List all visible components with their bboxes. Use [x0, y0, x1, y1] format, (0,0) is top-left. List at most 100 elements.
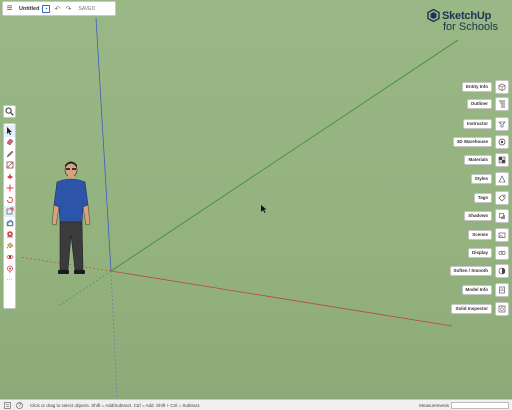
- panel-item-label[interactable]: Tags: [473, 193, 492, 203]
- panel-item-label[interactable]: Model Info: [461, 285, 492, 295]
- solid-inspector-button[interactable]: [495, 302, 509, 316]
- materials-icon: [498, 156, 506, 164]
- select-icon: [7, 126, 12, 135]
- shadows-icon: [499, 213, 505, 219]
- styles-button[interactable]: [495, 172, 509, 186]
- display-button[interactable]: [495, 246, 509, 260]
- position-camera-tool-button[interactable]: [4, 263, 15, 275]
- rotate-icon: [6, 196, 13, 203]
- panel-item-label[interactable]: Soften / Smooth: [449, 266, 492, 276]
- offset-tool-button[interactable]: [4, 217, 15, 229]
- search-button[interactable]: [3, 105, 16, 118]
- panel-item-instructor[interactable]: Instructor: [462, 117, 509, 131]
- panel-item-label[interactable]: Solid Inspector: [451, 304, 492, 314]
- shadows-button[interactable]: [495, 209, 509, 223]
- blue-axis: [95, 17, 112, 272]
- panel-item-materials[interactable]: Materials: [464, 153, 509, 167]
- model-info-button[interactable]: [495, 283, 509, 297]
- model-title[interactable]: Untitled: [19, 6, 39, 12]
- panel-item-soften[interactable]: Soften / Smooth: [449, 264, 509, 278]
- pencil-icon: [6, 150, 13, 158]
- save-icon[interactable]: ▪: [42, 4, 51, 13]
- soften-icon: [498, 267, 506, 275]
- search-icon: [5, 107, 14, 116]
- panel-item-warehouse[interactable]: 3D Warehouse: [452, 135, 509, 149]
- status-hint: Click or drag to select objects. Shift =…: [30, 402, 201, 408]
- panel-item-label[interactable]: Scenes: [468, 230, 492, 240]
- sketchup-logo-icon: [427, 9, 440, 22]
- entity-info-button[interactable]: [495, 80, 509, 94]
- svg-text:?: ?: [18, 403, 21, 409]
- redo-icon[interactable]: ↷: [64, 5, 72, 13]
- offset-icon: [6, 219, 13, 226]
- materials-button[interactable]: [495, 153, 509, 167]
- tags-icon: [498, 194, 506, 202]
- scenes-button[interactable]: [495, 228, 509, 242]
- more-icon: ···: [6, 277, 13, 284]
- panel-item-scenes[interactable]: Scenes: [468, 228, 509, 242]
- red-axis: [110, 270, 453, 327]
- move-tool-button[interactable]: [4, 183, 15, 195]
- menu-icon[interactable]: ≡: [5, 3, 14, 14]
- blue-axis-negative: [110, 270, 118, 399]
- panel-item-label[interactable]: Outliner: [466, 99, 492, 109]
- panel-item-label[interactable]: Display: [467, 248, 492, 258]
- select-tool-button[interactable]: [4, 125, 15, 137]
- pencil-tool-button[interactable]: [4, 148, 15, 160]
- scale-figure[interactable]: [50, 160, 94, 280]
- logo-brand: SketchUp: [441, 9, 492, 22]
- rectangle-tool-button[interactable]: [4, 160, 15, 172]
- outliner-icon: [499, 100, 505, 108]
- warehouse-icon: [498, 138, 506, 146]
- position-camera-icon: [6, 265, 13, 273]
- orbit-tool-button[interactable]: [4, 252, 15, 264]
- push-pull-tool-button[interactable]: [4, 171, 15, 183]
- credits-icon[interactable]: [3, 401, 12, 410]
- panel-item-entity-info[interactable]: Entity Info: [462, 80, 509, 94]
- tape-measure-icon: [6, 231, 13, 238]
- panel-item-label[interactable]: Styles: [470, 174, 492, 184]
- top-toolbar: ≡ Untitled ▪ ↶ ↷ SAVED: [2, 1, 116, 16]
- push-pull-icon: [6, 173, 13, 179]
- panel-item-label[interactable]: Shadows: [464, 211, 492, 221]
- eraser-tool-button[interactable]: [4, 137, 15, 149]
- panel-item-tags[interactable]: Tags: [473, 191, 509, 205]
- panel-item-outliner[interactable]: Outliner: [466, 97, 509, 111]
- panel-item-label[interactable]: Materials: [464, 155, 492, 165]
- measurements-input[interactable]: [451, 401, 509, 409]
- instructor-icon: [498, 121, 506, 128]
- solid-inspector-icon: [498, 305, 506, 313]
- panel-item-styles[interactable]: Styles: [470, 172, 509, 186]
- panel-item-label[interactable]: Instructor: [462, 119, 492, 129]
- outliner-button[interactable]: [495, 97, 509, 111]
- paint-bucket-tool-button[interactable]: [4, 240, 15, 252]
- logo-subtitle: for Schools: [442, 21, 498, 33]
- panel-item-label[interactable]: Entity Info: [462, 82, 492, 92]
- scale-tool-button[interactable]: [4, 205, 15, 217]
- tags-button[interactable]: [495, 191, 509, 205]
- display-icon: [498, 251, 506, 255]
- instructor-button[interactable]: [495, 117, 509, 131]
- tool-palette: ···: [3, 123, 16, 309]
- soften-button[interactable]: [495, 264, 509, 278]
- panel-item-shadows[interactable]: Shadows: [464, 209, 509, 223]
- rotate-tool-button[interactable]: [4, 194, 15, 206]
- saved-status: SAVED: [78, 5, 96, 12]
- scenes-icon: [498, 232, 506, 238]
- warehouse-button[interactable]: [495, 135, 509, 149]
- panel-item-label[interactable]: 3D Warehouse: [452, 137, 492, 147]
- orbit-icon: [6, 255, 13, 260]
- paint-bucket-icon: [6, 242, 13, 249]
- green-axis: [110, 39, 459, 272]
- viewport[interactable]: ≡ Untitled ▪ ↶ ↷ SAVED SketchUp for Scho…: [0, 0, 512, 410]
- move-icon: [6, 184, 13, 192]
- styles-icon: [498, 175, 506, 183]
- help-icon[interactable]: ?: [15, 401, 24, 410]
- panel-item-solid-inspector[interactable]: Solid Inspector: [451, 302, 509, 316]
- panel-item-display[interactable]: Display: [467, 246, 509, 260]
- sketchup-logo: SketchUp for Schools: [427, 9, 498, 33]
- more-tools-button[interactable]: ···: [4, 275, 15, 287]
- tape-measure-tool-button[interactable]: [4, 229, 15, 241]
- panel-item-model-info[interactable]: Model Info: [461, 283, 509, 297]
- undo-icon[interactable]: ↶: [53, 5, 61, 13]
